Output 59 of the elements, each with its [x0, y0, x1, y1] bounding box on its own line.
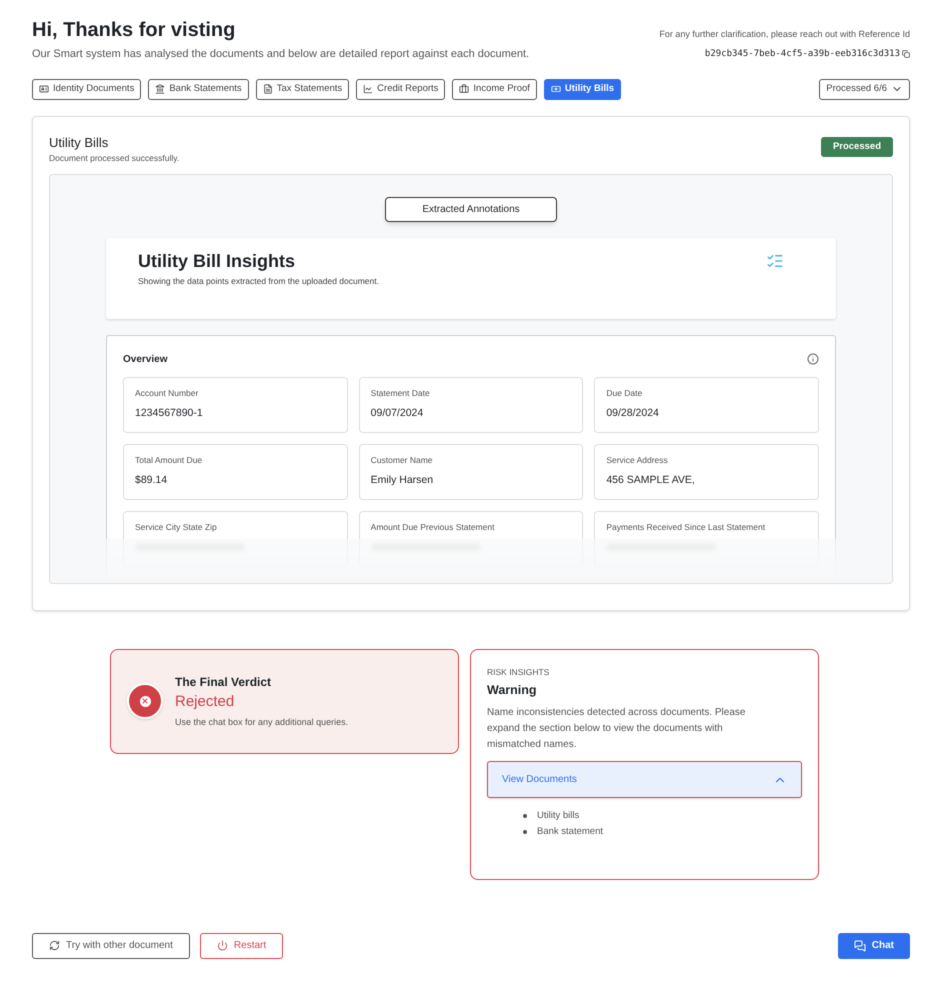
briefcase-icon — [459, 84, 470, 94]
field-label: Due Date — [606, 386, 644, 400]
field-label: Statement Date — [370, 386, 431, 400]
verdict-title: The Final Verdict — [175, 674, 272, 692]
banknote-icon — [550, 84, 561, 94]
risk-text: Name inconsistencies detected across documents. Please expand the section below to view the documents with mismatched names. — [487, 706, 746, 752]
rejected-icon — [127, 683, 163, 720]
field-value: 1234567890-1 — [135, 406, 204, 420]
document-subtitle: Document processed successfully. — [49, 152, 180, 165]
power-icon — [216, 940, 228, 952]
document-title: Utility Bills — [49, 134, 110, 152]
bank-icon — [155, 84, 166, 94]
view-documents-accordion[interactable]: View Documents — [487, 761, 802, 798]
insights-title: Utility Bill Insights — [138, 250, 296, 273]
info-icon[interactable] — [807, 353, 819, 366]
document-tab[interactable]: Income Proof — [452, 78, 537, 100]
field-value: 09/07/2024 — [370, 406, 424, 420]
document-tab[interactable]: Utility Bills — [544, 78, 622, 100]
document-tab[interactable]: Credit Reports — [356, 78, 446, 100]
field-value: $89.14 — [135, 472, 168, 488]
field-label: Payments Received Since Last Statement — [606, 520, 766, 534]
field-value: 456 SAMPLE AVE, — [606, 472, 696, 488]
bullet-icon — [523, 814, 527, 818]
page-subtitle: Our Smart system has analysed the documents and below are detailed report against each document. — [32, 47, 530, 62]
mismatched-document: Utility bills — [537, 809, 580, 824]
field-label: Amount Due Previous Statement — [370, 520, 496, 534]
mismatched-document: Bank statement — [537, 825, 604, 840]
field-label: Account Number — [135, 386, 200, 400]
bullet-icon — [523, 830, 527, 834]
field-value: 09/28/2024 — [606, 406, 660, 420]
page-title: Hi, Thanks for visting — [32, 18, 236, 43]
restart-button[interactable]: Restart — [200, 932, 284, 959]
line-chart-icon — [363, 84, 374, 94]
copy-icon[interactable] — [902, 50, 910, 58]
chat-bubbles-icon — [854, 940, 866, 952]
verdict-note: Use the chat box for any additional queries. — [175, 716, 348, 729]
field-label: Total Amount Due — [135, 454, 204, 466]
field-value: Emily Harsen — [370, 472, 434, 488]
retry-button[interactable]: Try with other document — [32, 932, 190, 959]
field-label: Service City State Zip — [135, 520, 218, 534]
document-tab[interactable]: Tax Statements — [256, 78, 350, 100]
status-badge: Processed — [820, 136, 893, 157]
field-label: Service Address — [606, 454, 669, 466]
reference-id: b29cb345-7beb-4cf5-a39b-eeb316c3d313 — [704, 48, 900, 60]
document-tab[interactable]: Identity Documents — [32, 78, 142, 100]
verdict-result: Rejected — [175, 692, 236, 712]
chat-button[interactable]: Chat — [838, 932, 910, 959]
reference-note: For any further clarification, please reach out with Reference Id — [659, 28, 910, 41]
field-label: Customer Name — [370, 454, 434, 466]
risk-title: Warning — [487, 682, 538, 699]
document-tab[interactable]: Bank Statements — [148, 78, 249, 100]
overview-title: Overview — [123, 352, 168, 367]
id-card-icon — [39, 84, 49, 94]
progress-dropdown[interactable]: Processed 6/6 — [819, 78, 910, 100]
extracted-annotations-button[interactable]: Extracted Annotations — [385, 196, 557, 222]
refresh-icon — [49, 940, 60, 952]
document-icon — [262, 84, 273, 94]
insights-subtitle: Showing the data points extracted from the uploaded document. — [138, 274, 379, 288]
risk-overline: RISK INSIGHTS — [487, 666, 550, 678]
